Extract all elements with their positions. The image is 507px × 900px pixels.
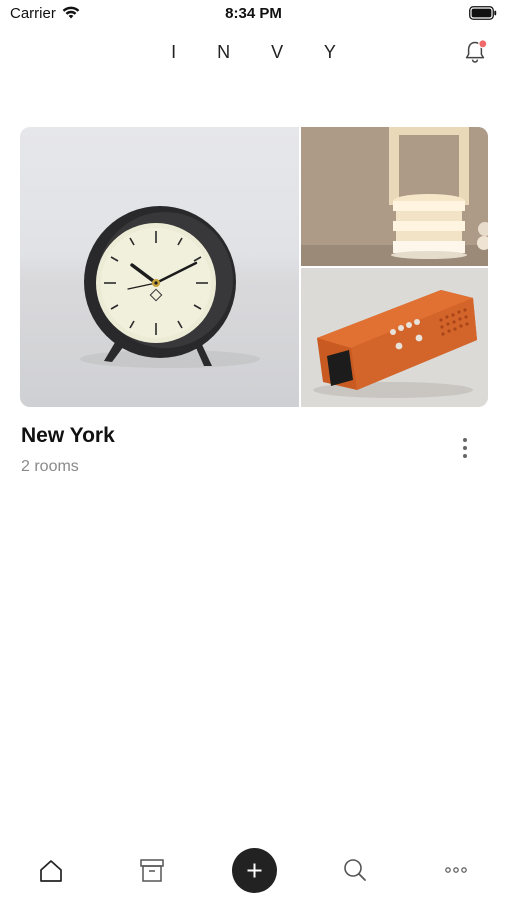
- battery-icon: [469, 6, 497, 20]
- more-vertical-icon[interactable]: [456, 436, 474, 460]
- app-header: I N V Y: [0, 28, 507, 78]
- more-horizontal-icon[interactable]: [434, 848, 478, 892]
- add-button[interactable]: [232, 848, 277, 893]
- location-title[interactable]: New York: [21, 424, 115, 448]
- location-card-images[interactable]: [20, 127, 488, 407]
- notification-bell-icon[interactable]: [461, 38, 489, 66]
- archive-icon[interactable]: [130, 848, 174, 892]
- tab-bar: [0, 840, 507, 900]
- location-room-count: 2 rooms: [21, 458, 79, 475]
- clock-illustration: [80, 206, 260, 368]
- status-time: 8:34 PM: [225, 5, 282, 22]
- notification-badge: [478, 39, 488, 49]
- lamp-photo: [301, 127, 488, 266]
- clock-photo: [20, 127, 299, 407]
- plus-icon: [247, 863, 262, 878]
- radio-photo: [301, 268, 488, 407]
- home-icon[interactable]: [29, 848, 73, 892]
- radio-illustration: [301, 268, 488, 407]
- status-bar: Carrier 8:34 PM: [0, 0, 507, 28]
- app-logo: I N V Y: [171, 42, 354, 62]
- search-icon[interactable]: [333, 848, 377, 892]
- lamp-illustration: [301, 127, 488, 266]
